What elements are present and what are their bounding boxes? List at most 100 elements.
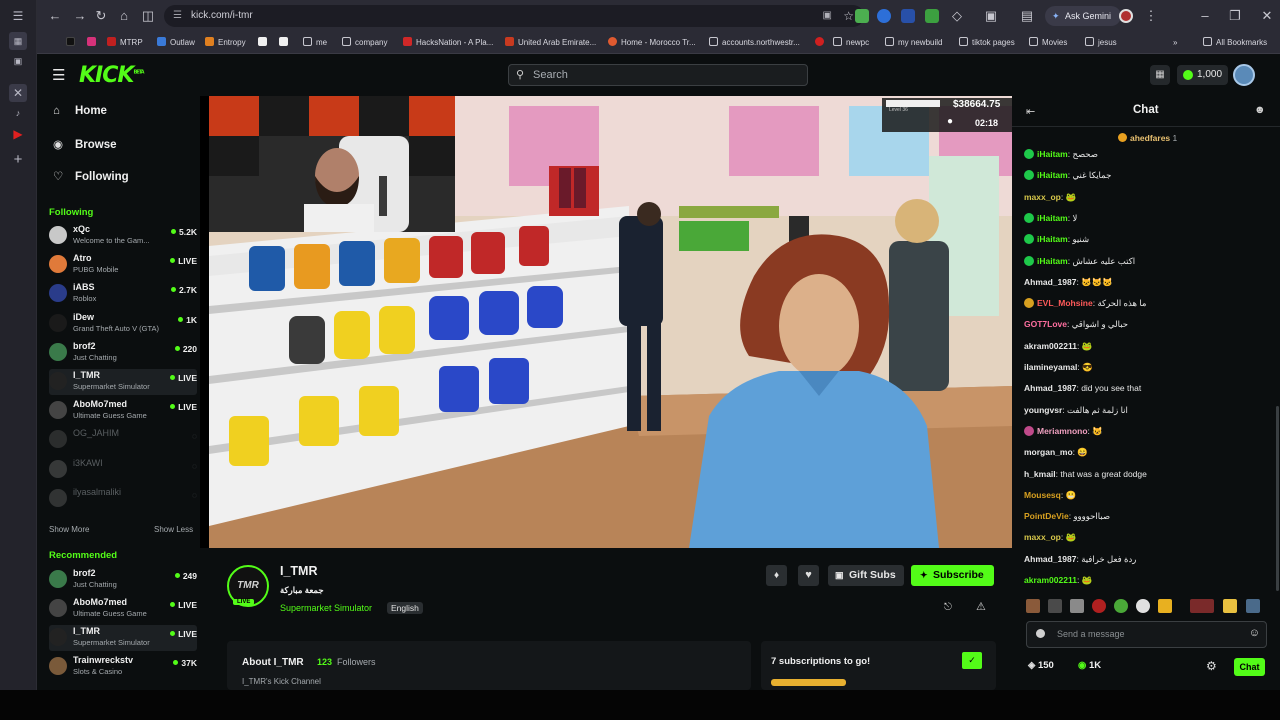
sidebar-channel-idew[interactable]: iDew Grand Theft Auto V (GTA) 1K bbox=[49, 311, 197, 337]
share-icon[interactable]: ⎋ bbox=[944, 602, 952, 613]
bookmark-instagram-icon[interactable] bbox=[87, 36, 100, 50]
bookmark-item[interactable]: Entropy bbox=[205, 36, 246, 50]
chat-input[interactable]: Send a message ☺ bbox=[1026, 621, 1267, 648]
chat-username[interactable]: EVL_Mohsine bbox=[1037, 298, 1093, 308]
stream-category-link[interactable]: Supermarket Simulator bbox=[280, 603, 372, 613]
nav-home[interactable]: ⌂ Home bbox=[53, 105, 107, 117]
puzzle-icon[interactable]: ◇ bbox=[949, 8, 965, 24]
bookmark-item[interactable]: United Arab Emirate... bbox=[505, 36, 596, 50]
chat-username[interactable]: Ahmad_1987 bbox=[1024, 277, 1076, 287]
translate-icon[interactable]: ▣ bbox=[823, 5, 832, 27]
address-bar[interactable]: ☰ kick.com/i-tmr ▣ ☆ bbox=[164, 5, 864, 27]
chat-users-icon[interactable]: ☻ bbox=[1254, 104, 1266, 116]
sidebar-channel-i-tmr[interactable]: I_TMR Supermarket Simulator LIVE bbox=[49, 369, 197, 395]
bookmark-item[interactable] bbox=[815, 36, 828, 50]
lock-icon[interactable]: ▣ bbox=[983, 8, 999, 24]
sidebar-channel-i-tmr[interactable]: I_TMR Supermarket Simulator LIVE bbox=[49, 625, 197, 651]
bookmark-star-icon[interactable]: ☆ bbox=[843, 5, 854, 27]
emote-icon[interactable] bbox=[1158, 599, 1172, 613]
chat-username[interactable]: akram002211 bbox=[1024, 575, 1077, 585]
kicks-balance[interactable]: ◉ 1K bbox=[1078, 660, 1101, 671]
chat-message[interactable]: iHaitam: جمايكا غني bbox=[1024, 168, 1111, 182]
chat-message[interactable]: Mousesq: 😬 bbox=[1024, 488, 1076, 502]
channel-name[interactable]: I_TMR bbox=[280, 564, 318, 578]
sidebar-channel-xqc[interactable]: xQc Welcome to the Gam... 5.2K bbox=[49, 223, 197, 249]
kick-logo[interactable]: KICKBETA bbox=[79, 63, 145, 88]
bookmark-tiktok-icon[interactable] bbox=[66, 36, 79, 50]
chat-username[interactable]: iHaitam bbox=[1037, 213, 1068, 223]
follow-heart-icon[interactable]: ♥ bbox=[798, 565, 819, 586]
tab-search-icon[interactable]: ▤ bbox=[1019, 8, 1035, 24]
bookmark-notion-icon[interactable] bbox=[258, 36, 271, 50]
split-view-icon[interactable]: ◫ bbox=[140, 8, 156, 24]
chat-message[interactable]: akram002211: 🐸 bbox=[1024, 339, 1092, 353]
chat-scrollbar[interactable] bbox=[1276, 406, 1279, 591]
forward-icon[interactable]: → bbox=[72, 8, 88, 24]
bookmark-folder[interactable]: Movies bbox=[1029, 36, 1067, 50]
user-avatar[interactable] bbox=[1233, 64, 1255, 86]
close-window-icon[interactable]: ✕ bbox=[1259, 8, 1275, 24]
bookmark-item[interactable]: HacksNation - A Pla... bbox=[403, 36, 493, 50]
chat-message[interactable]: iHaitam: صحصح bbox=[1024, 147, 1098, 161]
show-less-link[interactable]: Show Less bbox=[154, 525, 193, 534]
sidebar-channel-brof2[interactable]: brof2 Just Chatting 249 bbox=[49, 567, 197, 593]
theater-mode-icon[interactable]: ▦ bbox=[1150, 65, 1170, 85]
kick-coins-button[interactable]: 1,000 bbox=[1177, 65, 1229, 85]
minimize-icon[interactable]: – bbox=[1197, 8, 1213, 24]
extension-icon[interactable] bbox=[855, 9, 869, 23]
sidebar-channel-ilyasalmaliki[interactable]: ilyasalmaliki ◌ bbox=[49, 486, 197, 512]
gift-subs-button[interactable]: ▣ Gift Subs bbox=[828, 565, 904, 586]
bookmark-folder[interactable]: company bbox=[342, 36, 387, 50]
send-chat-button[interactable]: Chat bbox=[1234, 658, 1265, 676]
extension-icon[interactable] bbox=[877, 9, 891, 23]
emote-icon[interactable] bbox=[1223, 599, 1237, 613]
chat-message[interactable]: maxx_op: 🐸 bbox=[1024, 530, 1076, 544]
bookmarks-overflow-icon[interactable]: » bbox=[1173, 36, 1177, 50]
pinned-gifter[interactable]: ahedfares 1 bbox=[1118, 133, 1177, 143]
site-info-icon[interactable]: ☰ bbox=[173, 5, 182, 27]
chat-username[interactable]: iHaitam bbox=[1037, 149, 1068, 159]
emote-icon[interactable] bbox=[1246, 599, 1260, 613]
video-player[interactable]: Level 36 $38664.75 02:18 ● bbox=[209, 96, 1012, 548]
ask-gemini-button[interactable]: ✦ Ask Gemini bbox=[1045, 6, 1122, 26]
chat-username[interactable]: Meriamnono bbox=[1037, 426, 1088, 436]
restore-icon[interactable]: ❐ bbox=[1227, 8, 1243, 24]
chat-message[interactable]: maxx_op: 🐸 bbox=[1024, 190, 1076, 204]
chat-username[interactable]: iHaitam bbox=[1037, 170, 1068, 180]
bookmark-folder[interactable]: my newbuild bbox=[885, 36, 942, 50]
home-icon[interactable]: ⌂ bbox=[116, 8, 132, 24]
chat-message[interactable]: akram002211: 🐸 bbox=[1024, 573, 1092, 587]
nav-following[interactable]: ♡ Following bbox=[53, 169, 129, 183]
speaker-icon[interactable]: ♪ bbox=[9, 104, 27, 122]
sidebar-channel-atro[interactable]: Atro PUBG Mobile LIVE bbox=[49, 252, 197, 278]
language-tag[interactable]: English bbox=[387, 602, 423, 614]
emote-icon[interactable] bbox=[1026, 599, 1040, 613]
chat-username[interactable]: youngvsr bbox=[1024, 405, 1062, 415]
chat-username[interactable]: ilamineyamal bbox=[1024, 362, 1077, 372]
back-icon[interactable]: ← bbox=[47, 8, 63, 24]
workspace-icon[interactable]: ▣ bbox=[9, 52, 27, 70]
sidebar-channel-abomo7med[interactable]: AboMo7med Ultimate Guess Game LIVE bbox=[49, 596, 197, 622]
chat-username[interactable]: Ahmad_1987 bbox=[1024, 554, 1076, 564]
extension-icon[interactable] bbox=[901, 9, 915, 23]
chat-message[interactable]: Meriamnono: 😺 bbox=[1024, 424, 1103, 438]
chat-message[interactable]: morgan_mo: 😄 bbox=[1024, 445, 1088, 459]
nav-browse[interactable]: ◉ Browse bbox=[53, 137, 117, 151]
report-warning-icon[interactable]: ⚠ bbox=[976, 600, 986, 613]
hamburger-menu-icon[interactable]: ☰ bbox=[52, 66, 65, 84]
channel-points[interactable]: ◈ 150 bbox=[1028, 660, 1054, 671]
bookmark-folder[interactable]: tiktok pages bbox=[959, 36, 1015, 50]
bookmark-item[interactable]: Home - Morocco Tr... bbox=[608, 36, 696, 50]
sidebar-channel-og-jahim[interactable]: OG_JAHIM ◌ bbox=[49, 427, 197, 453]
notification-bell-icon[interactable]: ♦ bbox=[766, 565, 787, 586]
bookmark-folder[interactable]: me bbox=[303, 36, 327, 50]
sidebar-channel-i3kawi[interactable]: i3KAWI ◌ bbox=[49, 457, 197, 483]
search-input[interactable]: ⚲ Search bbox=[508, 64, 808, 86]
goal-edit-icon[interactable]: ✓ bbox=[962, 652, 982, 669]
bookmark-item[interactable]: Outlaw bbox=[157, 36, 195, 50]
chat-message[interactable]: Ahmad_1987: ردة فعل خرافية bbox=[1024, 552, 1136, 566]
chat-username[interactable]: maxx_op bbox=[1024, 192, 1061, 202]
chat-message[interactable]: EVL_Mohsine: ما هذه الحركة bbox=[1024, 296, 1146, 310]
chat-username[interactable]: Mousesq bbox=[1024, 490, 1061, 500]
emote-icon[interactable] bbox=[1136, 599, 1150, 613]
